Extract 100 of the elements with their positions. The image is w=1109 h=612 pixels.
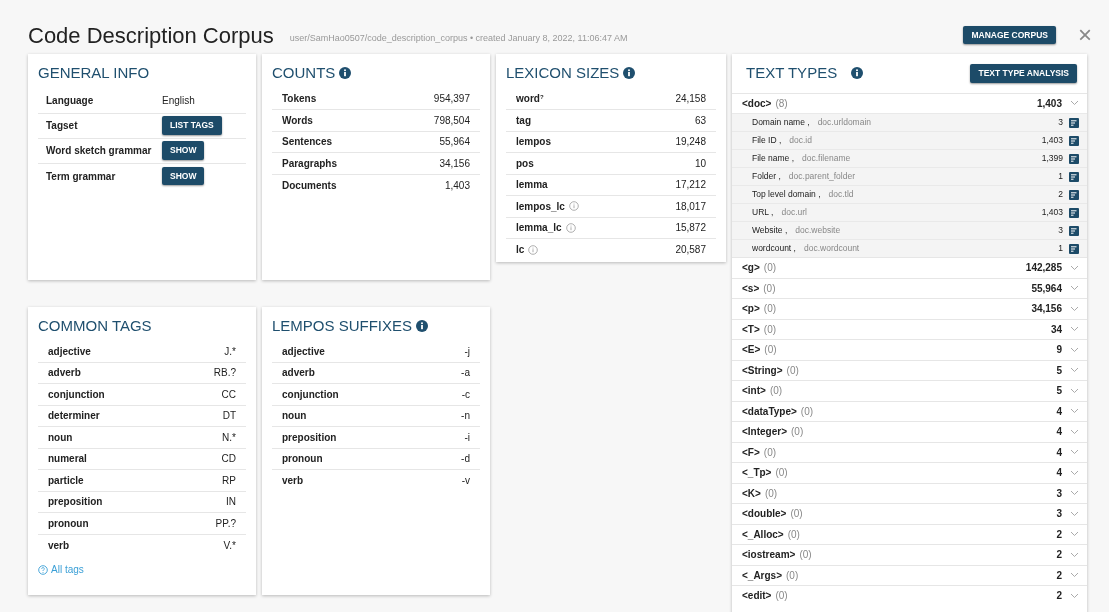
row-label: particle — [48, 473, 84, 488]
structure-row[interactable]: <_Alloc> (0) 2 — [732, 523, 1087, 544]
row-value: -n — [461, 409, 470, 424]
structure-row[interactable]: <g> (0) 142,285 — [732, 257, 1087, 278]
row-value: 20,587 — [675, 243, 706, 258]
details-icon[interactable] — [1069, 153, 1079, 164]
info-icon[interactable] — [851, 67, 864, 80]
chevron-down-icon[interactable] — [1070, 326, 1079, 333]
structure-row[interactable]: <String> (0) 5 — [732, 359, 1087, 380]
chevron-down-icon[interactable] — [1070, 490, 1079, 497]
details-icon[interactable] — [1069, 243, 1079, 254]
chevron-down-icon[interactable] — [1070, 387, 1079, 394]
attribute-key: doc.wordcount — [803, 242, 860, 255]
structure-row[interactable]: <p> (0) 34,156 — [732, 298, 1087, 319]
chevron-down-icon[interactable] — [1070, 592, 1079, 599]
details-icon[interactable] — [1069, 225, 1079, 236]
chevron-down-icon[interactable] — [1070, 305, 1079, 312]
row-label: verb — [282, 474, 304, 489]
row-label: adverb — [48, 366, 81, 381]
row-value: N.* — [222, 430, 236, 445]
structure-count: 2 — [1056, 568, 1062, 583]
row-label: Words — [282, 113, 313, 128]
structure-count: 2 — [1056, 527, 1062, 542]
attribute-count: (0) — [787, 527, 800, 542]
row-value: 63 — [694, 113, 706, 128]
chevron-down-icon[interactable] — [1070, 367, 1079, 374]
chevron-down-icon[interactable] — [1070, 572, 1079, 579]
structure-row[interactable]: <E> (0) 9 — [732, 339, 1087, 360]
attribute-key: doc.id — [789, 134, 812, 147]
details-icon[interactable] — [1069, 189, 1079, 200]
attribute-count: (0) — [763, 281, 776, 296]
help-icon — [38, 564, 48, 575]
chevron-down-icon[interactable] — [1070, 346, 1079, 353]
structure-row[interactable]: <doc> (8) 1,403 — [732, 92, 1087, 113]
attribute-label: File ID , — [752, 134, 782, 147]
structure-row[interactable]: <dataType> (0) 4 — [732, 400, 1087, 421]
structure-row[interactable]: <_Tp> (0) 4 — [732, 462, 1087, 483]
structure-name: <Integer> — [742, 425, 788, 440]
row-label: lc — [516, 243, 525, 258]
info-icon[interactable] — [416, 319, 429, 332]
row-label: lempos — [516, 135, 551, 150]
chevron-down-icon[interactable] — [1070, 100, 1079, 107]
attribute-count: 1,403 — [1041, 206, 1063, 219]
chevron-down-icon[interactable] — [1070, 531, 1079, 538]
structure-name: <_Args> — [742, 568, 783, 583]
row-value: 24,158 — [675, 92, 706, 107]
attribute-count: (0) — [799, 548, 812, 563]
details-icon[interactable] — [1069, 207, 1079, 218]
structure-row[interactable]: <_Args> (0) 2 — [732, 564, 1087, 585]
attribute-key: doc.tld — [828, 188, 854, 201]
structure-row[interactable]: <double> (0) 3 — [732, 503, 1087, 524]
row-value: V.* — [223, 538, 236, 553]
attribute-count: (8) — [775, 96, 788, 111]
structure-row[interactable]: <s> (0) 55,964 — [732, 277, 1087, 298]
structure-name: <s> — [742, 281, 760, 296]
corpus-path-and-date: user/SamHao0507/code_description_corpus • created January 8, 2022, 11:06:47 AM — [289, 32, 628, 46]
row-value: 798,504 — [433, 113, 470, 128]
chevron-down-icon[interactable] — [1070, 408, 1079, 415]
details-icon[interactable] — [1069, 171, 1079, 182]
attribute-count: (0) — [764, 486, 778, 501]
row-label: conjunction — [48, 387, 105, 402]
structure-row[interactable]: <K> (0) 3 — [732, 482, 1087, 503]
structure-row[interactable]: <int> (0) 5 — [732, 380, 1087, 401]
panel-title: GENERAL INFO — [38, 63, 150, 83]
attribute-key: doc.filename — [802, 152, 851, 165]
info-icon[interactable] — [623, 67, 636, 80]
row-value: 1,403 — [444, 178, 470, 193]
row-value: -v — [461, 474, 470, 489]
action-button[interactable]: LIST TAGS — [162, 116, 222, 135]
details-icon[interactable] — [1069, 135, 1079, 146]
manage-corpus-button[interactable]: MANAGE CORPUS — [963, 25, 1056, 45]
structure-row[interactable]: <edit> (0) 2 — [732, 585, 1087, 606]
chevron-down-icon[interactable] — [1070, 510, 1079, 517]
structure-count: 4 — [1056, 425, 1062, 440]
row-label: noun — [48, 430, 73, 445]
action-button[interactable]: SHOW — [162, 166, 205, 186]
chevron-down-icon[interactable] — [1070, 264, 1079, 271]
structure-row[interactable]: <Integer> (0) 4 — [732, 421, 1087, 442]
action-button[interactable]: SHOW — [162, 141, 205, 160]
structure-row[interactable]: <F> (0) 4 — [732, 441, 1087, 462]
structure-row[interactable]: <T> (0) 34 — [732, 318, 1087, 339]
chevron-down-icon[interactable] — [1070, 428, 1079, 435]
chevron-down-icon[interactable] — [1070, 285, 1079, 292]
structure-count: 9 — [1056, 343, 1062, 358]
row-value: RP — [222, 473, 236, 488]
row-value: -d — [461, 452, 470, 467]
row-value: 19,248 — [675, 135, 706, 150]
attribute-count: (0) — [786, 568, 799, 583]
row-label: pronoun — [48, 516, 89, 531]
chevron-down-icon[interactable] — [1070, 449, 1079, 456]
structure-count: 3 — [1056, 486, 1062, 501]
structure-row[interactable]: <iostream> (0) 2 — [732, 544, 1087, 565]
attribute-count: (0) — [775, 466, 788, 481]
info-icon[interactable] — [339, 67, 352, 80]
chevron-down-icon[interactable] — [1070, 551, 1079, 558]
text-type-analysis-button[interactable]: TEXT TYPE ANALYSIS — [970, 64, 1077, 83]
chevron-down-icon[interactable] — [1070, 469, 1079, 476]
row-value: J.* — [224, 344, 236, 359]
structure-count: 34,156 — [1031, 302, 1062, 317]
details-icon[interactable] — [1069, 117, 1079, 128]
